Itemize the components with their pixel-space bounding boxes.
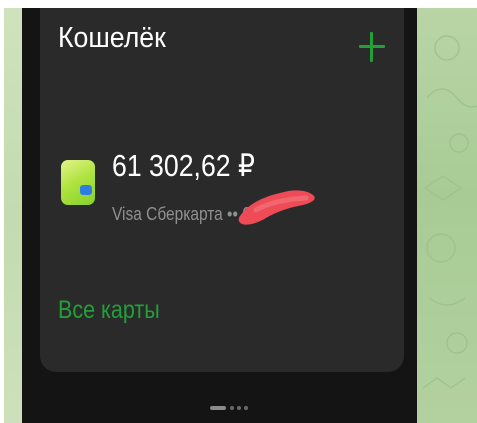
redaction-scribble — [238, 190, 315, 225]
page-indicator-dot — [237, 406, 241, 410]
all-cards-link[interactable]: Все карты — [58, 296, 160, 325]
wallpaper-doodles — [422, 35, 477, 389]
page-indicator-dot — [230, 406, 234, 410]
page-indicator-active — [210, 406, 226, 410]
page-indicator — [210, 404, 251, 412]
screenshot-page: Кошелёк 61 302,62 ₽ Visa Сберкарта •• 6 … — [0, 0, 477, 423]
bank-card-icon — [61, 160, 95, 205]
card-name: Visa Сберкарта •• 6 — [112, 204, 251, 224]
chat-wallpaper — [417, 8, 477, 423]
card-balance[interactable]: 61 302,62 ₽ — [112, 148, 255, 184]
left-wallpaper-strip — [4, 8, 22, 423]
wallet-title: Кошелёк — [58, 22, 166, 54]
add-card-button[interactable] — [359, 30, 385, 62]
page-indicator-dot — [244, 406, 248, 410]
